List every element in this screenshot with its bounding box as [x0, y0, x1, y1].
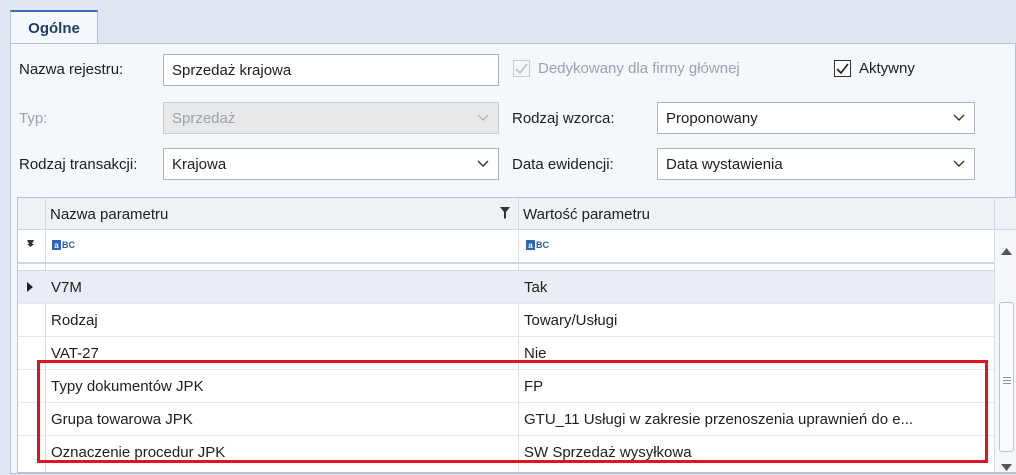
general-panel: Nazwa rejestru: Sprzedaż krajowa Dedykow… [10, 43, 1016, 474]
table-row[interactable]: Rodzaj Towary/Usługi [18, 304, 994, 336]
register-name-value: Sprzedaż krajowa [172, 61, 292, 79]
row-name: VAT-27 [51, 344, 99, 362]
record-date-label: Data ewidencji: [512, 156, 614, 173]
filter-icon[interactable] [500, 207, 510, 219]
tab-ogolne[interactable]: Ogólne [10, 10, 98, 44]
transaction-type-select[interactable]: Krajowa [163, 148, 499, 180]
scroll-grip-icon [1003, 371, 1011, 388]
dedicated-checkbox[interactable]: Dedykowany dla firmy głównej [513, 60, 740, 77]
pattern-type-select[interactable]: Proponowany [657, 102, 975, 134]
row-pointer-icon [27, 282, 33, 292]
scroll-up-icon[interactable] [1001, 242, 1012, 259]
row-value: FP [524, 377, 544, 395]
table-row[interactable]: Oznaczenie procedur JPK SW Sprzedaż wysy… [18, 436, 994, 468]
table-row[interactable]: VAT-27 Nie [18, 337, 994, 369]
row-value: SW Sprzedaż wysyłkowa [524, 443, 692, 461]
scroll-thumb[interactable] [999, 302, 1014, 452]
register-name-input[interactable]: Sprzedaż krajowa [163, 54, 499, 86]
row-name: Oznaczenie procedur JPK [51, 443, 226, 461]
scroll-down-icon[interactable] [1001, 458, 1012, 475]
row-value: Tak [524, 278, 548, 296]
row-value: Nie [524, 344, 547, 362]
row-name: Rodzaj [51, 311, 98, 329]
pattern-type-label: Rodzaj wzorca: [512, 110, 615, 127]
pattern-type-value: Proponowany [666, 109, 758, 127]
text-filter-icon[interactable]: a BC [52, 240, 75, 250]
column-header-name[interactable]: Nazwa parametru [50, 198, 490, 230]
column-header-value[interactable]: Wartość parametru [523, 198, 983, 230]
type-value: Sprzedaż [172, 109, 236, 127]
text-filter-icon[interactable]: a BC [526, 240, 549, 250]
record-date-value: Data wystawienia [666, 155, 783, 173]
chevron-down-icon [952, 111, 966, 125]
table-row[interactable]: Typy dokumentów JPK FP [18, 370, 994, 402]
grid-header: Nazwa parametru Wartość parametru [18, 198, 1016, 230]
transaction-type-value: Krajowa [172, 155, 227, 173]
active-label: Aktywny [859, 60, 915, 77]
row-name: V7M [51, 278, 82, 296]
filter-row: a BC a BC [18, 230, 994, 262]
row-name: Typy dokumentów JPK [51, 377, 204, 395]
chevron-down-icon [952, 157, 966, 171]
type-label: Typ: [19, 110, 48, 127]
pin-icon [26, 240, 35, 251]
row-name: Grupa towarowa JPK [51, 410, 193, 428]
register-name-label: Nazwa rejestru: [19, 61, 124, 78]
transaction-type-label: Rodzaj transakcji: [19, 156, 138, 173]
row-value: GTU_11 Usługi w zakresie przenoszenia up… [524, 410, 914, 428]
vertical-scrollbar[interactable] [994, 230, 1016, 472]
table-row[interactable]: V7M Tak [18, 271, 994, 303]
row-value: Towary/Usługi [524, 311, 618, 329]
active-checkbox[interactable]: Aktywny [834, 60, 915, 77]
chevron-down-icon [476, 157, 490, 171]
table-row[interactable]: Grupa towarowa JPK GTU_11 Usługi w zakre… [18, 403, 994, 435]
check-icon [834, 60, 851, 77]
parameters-grid: Nazwa parametru Wartość parametru a BC aB… [17, 197, 1016, 473]
record-date-select[interactable]: Data wystawienia [657, 148, 975, 180]
chevron-down-icon [476, 111, 490, 125]
type-select[interactable]: Sprzedaż [163, 102, 499, 134]
check-icon [513, 60, 530, 77]
dedicated-label: Dedykowany dla firmy głównej [538, 60, 740, 77]
